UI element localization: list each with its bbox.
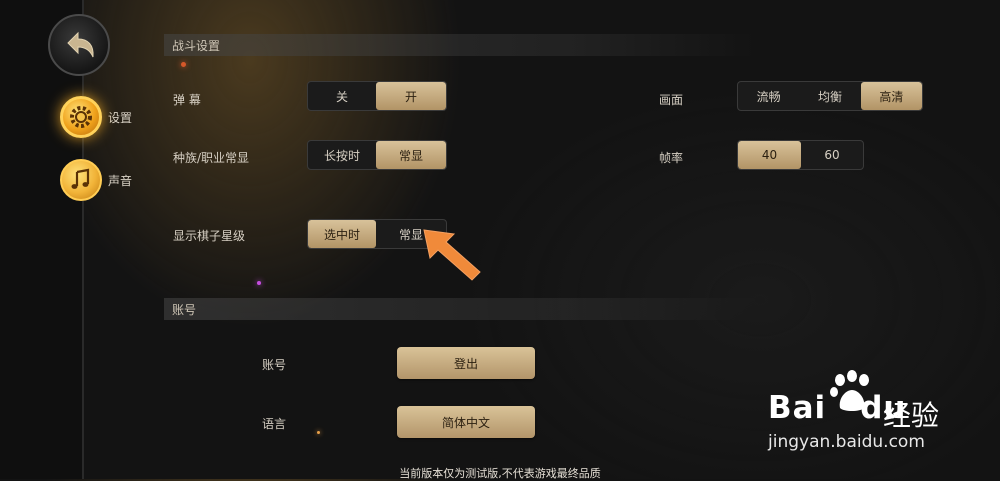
fps-option-60[interactable]: 60 bbox=[801, 141, 863, 169]
quality-option-smooth[interactable]: 流畅 bbox=[738, 82, 799, 110]
race-display-toggle: 长按时 常显 bbox=[307, 140, 447, 170]
back-arrow-icon bbox=[67, 31, 94, 58]
sidebar-item-label: 声音 bbox=[108, 173, 133, 188]
star-level-label: 显示棋子星级 bbox=[173, 229, 246, 243]
section-header-battle: 战斗设置 bbox=[164, 34, 754, 56]
watermark-url: jingyan.baidu.com bbox=[768, 432, 925, 452]
star-option-selected[interactable]: 选中时 bbox=[308, 220, 376, 248]
race-option-hold[interactable]: 长按时 bbox=[308, 141, 376, 169]
section-header-account: 账号 bbox=[164, 298, 754, 320]
quality-label: 画面 bbox=[659, 93, 684, 107]
quality-option-hd[interactable]: 高清 bbox=[860, 82, 922, 110]
sparkle bbox=[257, 281, 261, 285]
fps-toggle: 40 60 bbox=[737, 140, 864, 170]
quality-toggle: 流畅 均衡 高清 bbox=[737, 81, 923, 111]
quality-option-balanced[interactable]: 均衡 bbox=[799, 82, 860, 110]
logout-button[interactable]: 登出 bbox=[397, 347, 535, 379]
sidebar-item-label: 设置 bbox=[108, 110, 133, 125]
barrage-label: 弹 幕 bbox=[173, 93, 201, 107]
language-label: 语言 bbox=[262, 417, 287, 431]
barrage-option-off[interactable]: 关 bbox=[308, 82, 376, 110]
barrage-toggle: 关 开 bbox=[307, 81, 447, 111]
language-button[interactable]: 简体中文 bbox=[397, 406, 535, 438]
race-option-always[interactable]: 常显 bbox=[376, 141, 446, 169]
section-title: 战斗设置 bbox=[172, 39, 221, 53]
fps-option-40[interactable]: 40 bbox=[738, 141, 801, 169]
back-button[interactable] bbox=[48, 14, 110, 76]
section-title: 账号 bbox=[172, 303, 197, 317]
account-label: 账号 bbox=[262, 358, 287, 372]
gear-icon bbox=[60, 96, 102, 138]
race-display-label: 种族/职业常显 bbox=[173, 151, 250, 165]
fps-label: 帧率 bbox=[659, 151, 684, 165]
sparkle bbox=[181, 62, 186, 67]
watermark-cn: 经验 bbox=[883, 399, 940, 432]
sparkle bbox=[317, 431, 320, 434]
music-note-icon bbox=[60, 159, 102, 201]
sidebar-item-settings[interactable]: 设置 bbox=[60, 96, 132, 138]
barrage-option-on[interactable]: 开 bbox=[376, 82, 446, 110]
sidebar-item-sound[interactable]: 声音 bbox=[60, 159, 132, 201]
pointer-arrow-icon bbox=[423, 229, 481, 281]
